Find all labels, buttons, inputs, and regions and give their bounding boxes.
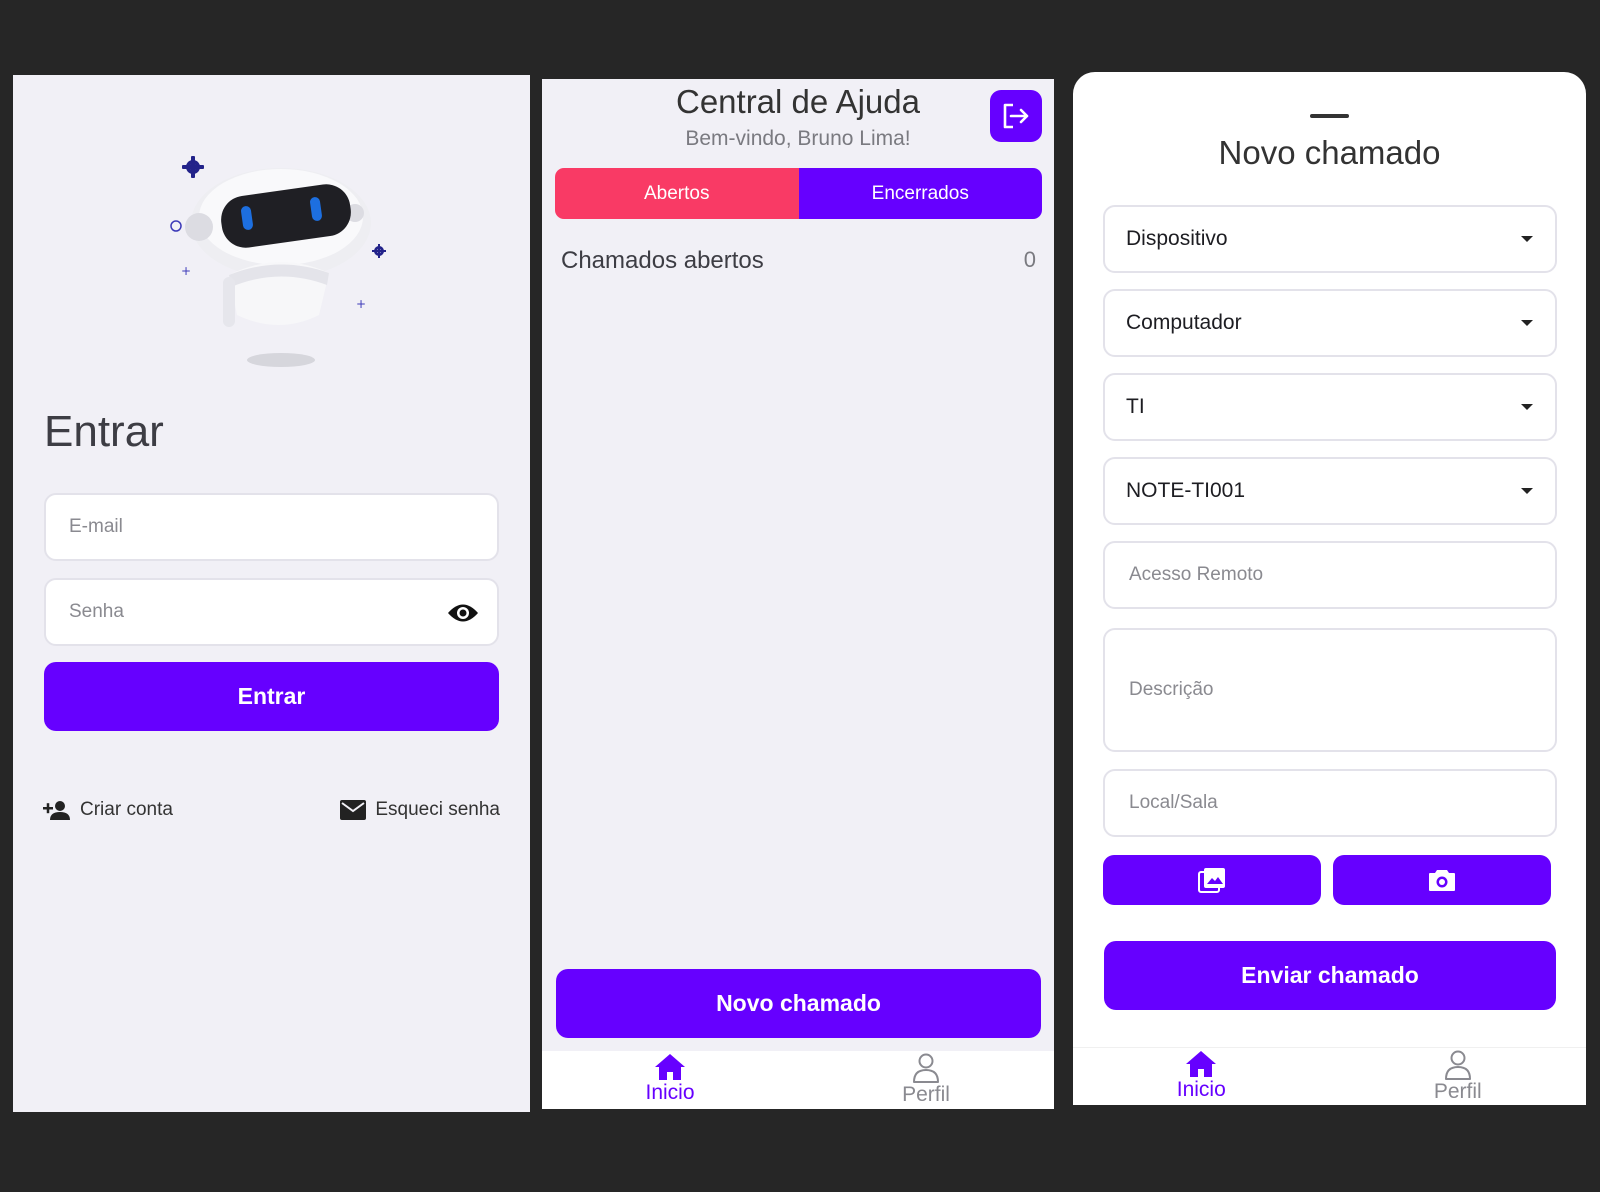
image-icon [1198,868,1225,893]
bottom-nav: Inicio Perfil [542,1051,1054,1109]
svg-text:+: + [356,297,366,311]
email-placeholder: E-mail [69,516,123,537]
asset-select[interactable]: NOTE-TI001 [1103,457,1557,525]
dropdown-arrow-icon [1521,488,1533,494]
nav-profile-label: Perfil [1433,1080,1482,1103]
asset-value: NOTE-TI001 [1126,479,1246,502]
nav-home[interactable]: Inicio [1073,1048,1330,1105]
tab-open[interactable]: Abertos [555,168,799,219]
robot-illustration: + + + [170,156,386,367]
location-placeholder: Local/Sala [1129,792,1218,813]
description-field[interactable]: Descrição [1103,628,1557,752]
gear-icon [182,156,204,178]
mail-icon [340,800,367,820]
gallery-button[interactable] [1103,855,1321,905]
dropdown-arrow-icon [1521,320,1533,326]
login-button[interactable]: Entrar [44,662,499,731]
device-category-select[interactable]: Computador [1103,289,1557,357]
create-account-label: Criar conta [80,799,173,820]
open-tickets-header: Chamados abertos 0 [561,247,1036,275]
section-label: Chamados abertos [561,247,764,274]
tab-closed[interactable]: Encerrados [798,168,1042,219]
forgot-password-label: Esqueci senha [375,799,500,820]
nav-profile[interactable]: Perfil [798,1051,1054,1109]
svg-text:+: + [181,264,191,278]
tab-bar: Abertos Encerrados [555,168,1042,219]
create-account-link[interactable]: Criar conta [43,799,173,821]
nav-profile[interactable]: Perfil [1330,1048,1587,1105]
person-icon [1444,1050,1471,1080]
forgot-password-link[interactable]: Esqueci senha [340,799,500,821]
device-type-select[interactable]: Dispositivo [1103,205,1557,273]
password-field[interactable]: Senha [44,578,499,646]
eye-icon[interactable] [447,602,479,624]
bottom-nav: Inicio Perfil [1073,1047,1586,1105]
new-ticket-button[interactable]: Novo chamado [556,969,1041,1038]
device-type-value: Dispositivo [1126,227,1228,250]
nav-home-label: Inicio [645,1081,695,1104]
email-field[interactable]: E-mail [44,493,499,561]
remote-access-placeholder: Acesso Remoto [1129,564,1264,585]
add-person-icon [43,801,70,820]
login-screen: + + + Entrar E-mail Senha Entrar [13,75,530,1112]
nav-home-label: Inicio [1176,1078,1226,1101]
login-title: Entrar [44,407,164,456]
ticket-count: 0 [1023,247,1036,272]
department-select[interactable]: TI [1103,373,1557,441]
home-icon [1186,1051,1217,1077]
sheet-title: Novo chamado [1218,134,1441,171]
camera-icon [1429,870,1455,891]
dropdown-arrow-icon [1521,404,1533,410]
sheet-handle[interactable] [1310,114,1349,118]
dropdown-arrow-icon [1521,236,1533,242]
location-field[interactable]: Local/Sala [1103,769,1557,837]
nav-home[interactable]: Inicio [542,1051,798,1109]
password-placeholder: Senha [69,601,124,622]
description-placeholder: Descrição [1129,679,1214,700]
new-ticket-sheet: Novo chamado Dispositivo Computador TI N… [1073,72,1586,1105]
logout-icon [1003,103,1029,129]
logout-button[interactable] [990,90,1042,142]
camera-button[interactable] [1333,855,1551,905]
home-screen: Central de Ajuda Bem-vindo, Bruno Lima! … [542,79,1054,1109]
device-category-value: Computador [1126,311,1242,334]
nav-profile-label: Perfil [902,1083,950,1106]
submit-ticket-button[interactable]: Enviar chamado [1104,941,1556,1010]
person-icon [913,1053,939,1083]
remote-access-field[interactable]: Acesso Remoto [1103,541,1557,609]
department-value: TI [1126,395,1145,418]
home-icon [655,1054,685,1080]
page-title: Central de Ajuda [675,83,920,120]
welcome-text: Bem-vindo, Bruno Lima! [685,127,911,150]
